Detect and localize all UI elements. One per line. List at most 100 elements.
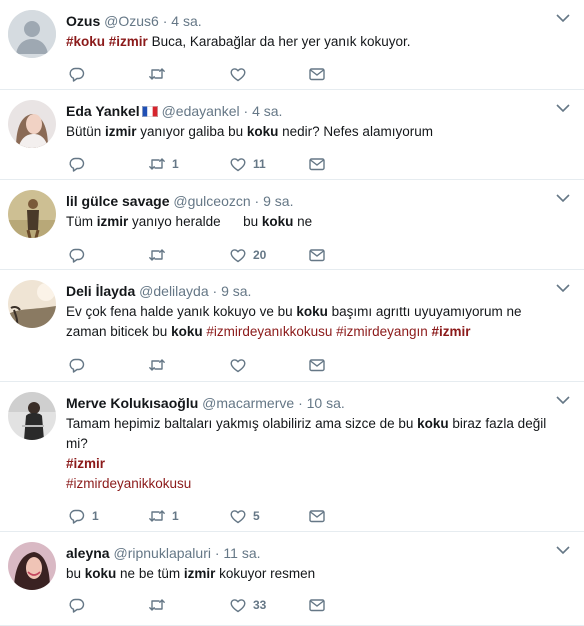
avatar[interactable]	[8, 280, 56, 328]
highlighted-keyword: koku	[261, 214, 294, 229]
separator-dot: ·	[162, 13, 168, 29]
like-button[interactable]: 20	[229, 245, 266, 265]
hashtag-link[interactable]: #izmirdeyanikkokusu	[66, 476, 191, 491]
text-segment: Bütün	[66, 124, 106, 139]
user-handle[interactable]: @edayankel	[162, 103, 240, 119]
chevron-down-icon[interactable]	[556, 395, 570, 405]
tweet[interactable]: aleyna @ripnuklapaluri · 11 sa. bu koku …	[0, 532, 584, 626]
tweet[interactable]: Eda Yankel @edayankel · 4 sa. Bütün izmi…	[0, 90, 584, 180]
tweet-content: aleyna @ripnuklapaluri · 11 sa. bu koku …	[66, 544, 574, 584]
retweet-button[interactable]	[148, 64, 172, 84]
display-name[interactable]: lil gülce savage	[66, 193, 170, 209]
timestamp[interactable]: 9 sa.	[263, 193, 293, 209]
default-avatar-icon	[8, 10, 56, 58]
retweet-icon	[149, 249, 165, 261]
reply-button[interactable]	[68, 355, 92, 375]
avatar[interactable]	[8, 10, 56, 58]
direct-message-icon	[309, 599, 325, 612]
retweet-button[interactable]	[148, 595, 172, 615]
user-handle[interactable]: @macarmerve	[202, 395, 294, 411]
user-photo	[8, 190, 56, 238]
like-button[interactable]: 33	[229, 595, 266, 615]
tweet-header: aleyna @ripnuklapaluri · 11 sa.	[66, 544, 574, 562]
user-handle[interactable]: @Ozus6	[104, 13, 159, 29]
display-name[interactable]: Merve Kolukısaoğlu	[66, 395, 198, 411]
like-button[interactable]	[229, 64, 253, 84]
reply-icon	[69, 157, 85, 172]
tweet[interactable]: Merve Kolukısaoğlu @macarmerve · 10 sa. …	[0, 382, 584, 532]
user-photo	[8, 392, 56, 440]
reply-button[interactable]: 1	[68, 506, 99, 526]
timestamp[interactable]: 4 sa.	[171, 13, 201, 29]
reply-button[interactable]	[68, 64, 92, 84]
display-name[interactable]: Deli İlayda	[66, 283, 135, 299]
tweet-actions: 1 11	[66, 154, 366, 174]
tweet-content: lil gülce savage @gulceozcn · 9 sa. Tüm …	[66, 192, 574, 232]
display-name[interactable]: Eda Yankel	[66, 103, 140, 119]
reply-icon	[69, 598, 85, 613]
user-photo	[8, 280, 56, 328]
retweet-button[interactable]: 1	[148, 506, 179, 526]
tweet-text-line: Ev çok fena halde yanık kokuyo ve bu kok…	[66, 302, 574, 322]
reply-icon	[69, 509, 85, 524]
direct-message-button[interactable]	[308, 154, 326, 174]
direct-message-icon	[309, 68, 325, 81]
text-segment: biraz fazla değil	[448, 416, 547, 431]
like-icon	[230, 68, 246, 82]
direct-message-icon	[309, 510, 325, 523]
tweet-content: Ozus @Ozus6 · 4 sa. #koku #izmir Buca, K…	[66, 12, 574, 52]
timestamp[interactable]: 9 sa.	[221, 283, 251, 299]
hashtag-link[interactable]: #izmir	[66, 456, 105, 471]
retweet-button[interactable]	[148, 355, 172, 375]
retweet-button[interactable]: 1	[148, 154, 179, 174]
highlighted-keyword: koku	[84, 566, 117, 581]
user-handle[interactable]: @ripnuklapaluri	[113, 545, 210, 561]
reply-button[interactable]	[68, 154, 92, 174]
like-button[interactable]	[229, 355, 253, 375]
like-button[interactable]: 11	[229, 154, 266, 174]
reply-icon	[69, 67, 85, 82]
tweet[interactable]: Deli İlayda @delilayda · 9 sa. Ev çok fe…	[0, 270, 584, 382]
chevron-down-icon[interactable]	[556, 103, 570, 113]
hashtag-link[interactable]: #izmirdeyangın	[336, 324, 428, 339]
direct-message-button[interactable]	[308, 355, 326, 375]
reply-button[interactable]	[68, 595, 92, 615]
tweet[interactable]: lil gülce savage @gulceozcn · 9 sa. Tüm …	[0, 180, 584, 270]
hashtag-link[interactable]: #izmirdeyanıkkokusu	[206, 324, 332, 339]
tweet[interactable]: Ozus @Ozus6 · 4 sa. #koku #izmir Buca, K…	[0, 0, 584, 90]
timestamp[interactable]: 11 sa.	[223, 545, 260, 561]
like-icon	[230, 599, 246, 613]
timestamp[interactable]: 4 sa.	[252, 103, 282, 119]
reply-count: 1	[92, 509, 99, 523]
direct-message-button[interactable]	[308, 506, 326, 526]
text-segment: Tamam hepimiz baltaları yakmış olabiliri…	[66, 416, 418, 431]
retweet-button[interactable]	[148, 245, 172, 265]
chevron-down-icon[interactable]	[556, 193, 570, 203]
retweet-icon	[149, 359, 165, 371]
text-segment: mi?	[66, 436, 88, 451]
chevron-down-icon[interactable]	[556, 545, 570, 555]
avatar[interactable]	[8, 100, 56, 148]
direct-message-button[interactable]	[308, 595, 326, 615]
timestamp[interactable]: 10 sa.	[307, 395, 345, 411]
text-segment: ne	[293, 214, 313, 229]
avatar[interactable]	[8, 190, 56, 238]
avatar[interactable]	[8, 542, 56, 590]
user-handle[interactable]: @gulceozcn	[173, 193, 250, 209]
like-icon	[230, 510, 246, 524]
chevron-down-icon[interactable]	[556, 13, 570, 23]
text-segment: yanıyo heralde bu	[128, 214, 262, 229]
like-button[interactable]: 5	[229, 506, 260, 526]
hashtag-link[interactable]: #izmir	[109, 34, 148, 49]
display-name[interactable]: Ozus	[66, 13, 100, 29]
tweet-text: Bütün izmir yanıyor galiba bu koku nedir…	[66, 122, 574, 142]
avatar[interactable]	[8, 392, 56, 440]
user-handle[interactable]: @delilayda	[139, 283, 208, 299]
hashtag-link[interactable]: #koku	[66, 34, 105, 49]
chevron-down-icon[interactable]	[556, 283, 570, 293]
display-name[interactable]: aleyna	[66, 545, 110, 561]
direct-message-button[interactable]	[308, 64, 326, 84]
reply-button[interactable]	[68, 245, 92, 265]
hashtag-link[interactable]: #izmir	[431, 324, 470, 339]
direct-message-button[interactable]	[308, 245, 326, 265]
